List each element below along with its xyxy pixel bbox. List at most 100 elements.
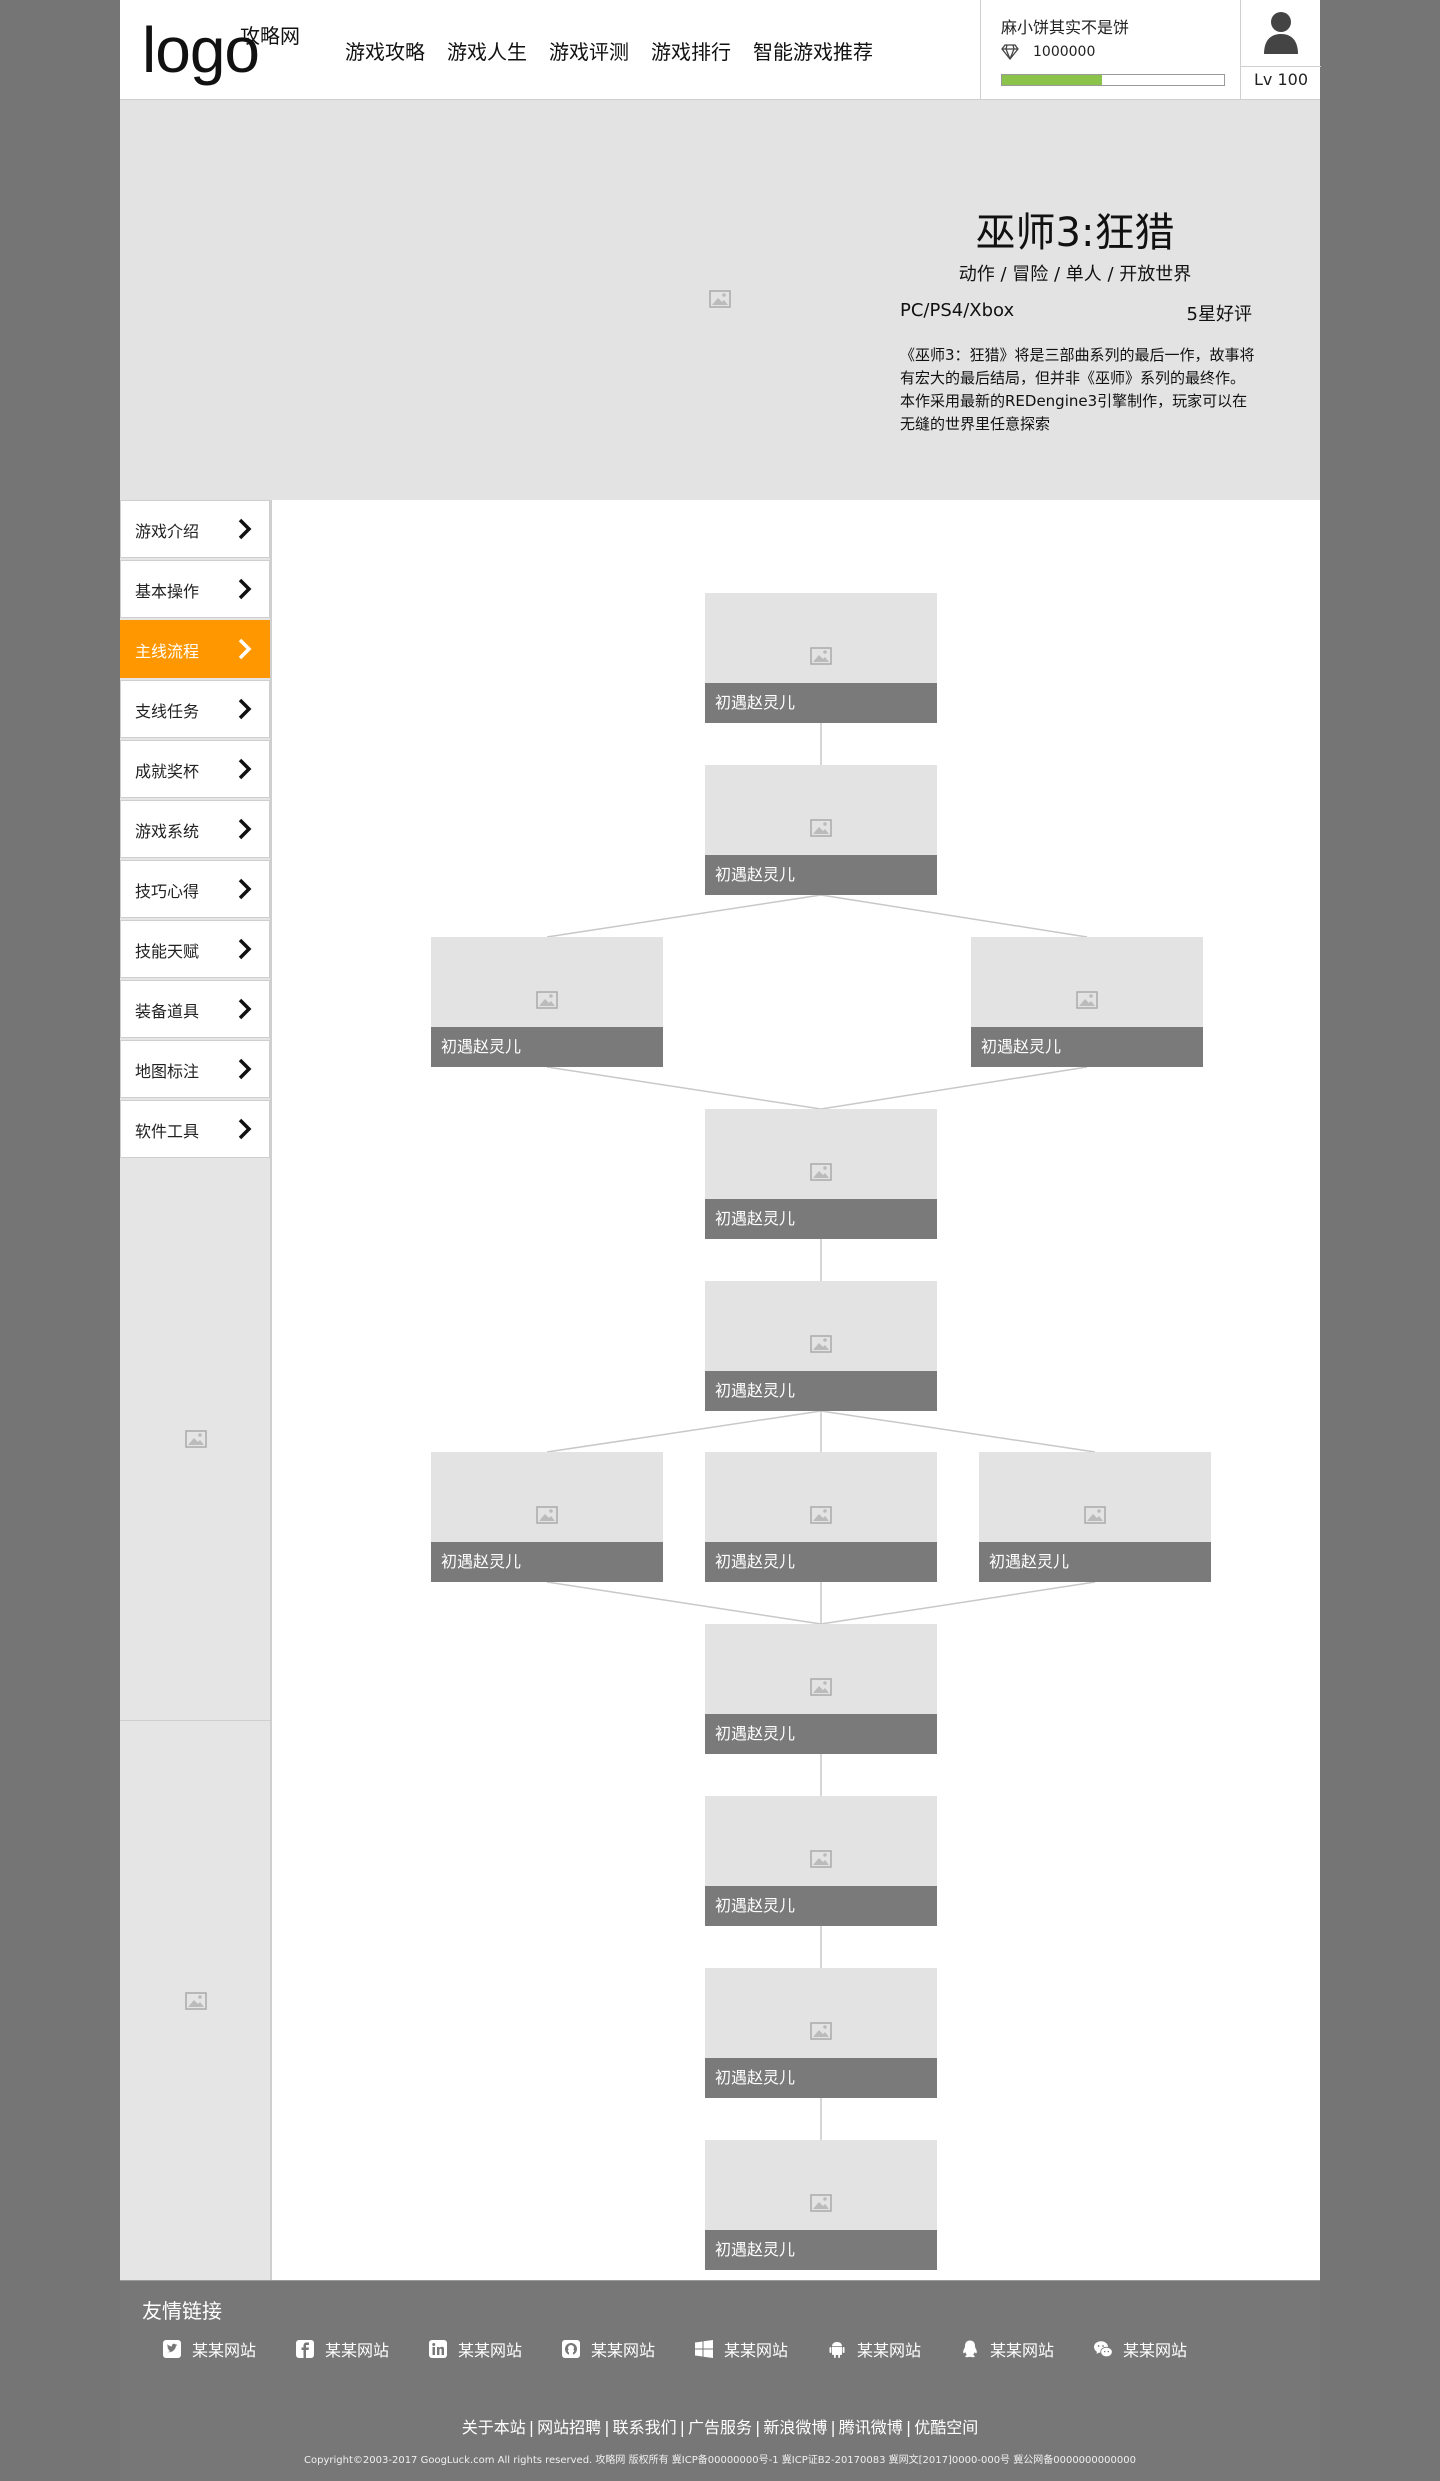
sidebar-item-label: 游戏介绍 [135, 522, 200, 541]
flow-node[interactable]: 初遇赵灵儿 [431, 937, 663, 1067]
friend-link-label: 某某网站 [857, 2341, 922, 2360]
flow-node[interactable]: 初遇赵灵儿 [971, 937, 1203, 1067]
flow-connector [546, 1410, 822, 1453]
flow-node[interactable]: 初遇赵灵儿 [979, 1452, 1211, 1582]
nav-item-life[interactable]: 游戏人生 [447, 36, 527, 65]
chevron-right-icon [238, 578, 252, 600]
friend-link-label: 某某网站 [724, 2341, 789, 2360]
qq-icon [963, 2340, 977, 2358]
image-placeholder-icon [810, 1163, 832, 1181]
game-rating: 5星好评 [1186, 304, 1252, 325]
sidebar-ad-bottom[interactable] [120, 1722, 272, 2280]
twitter-icon [163, 2340, 181, 2358]
flow-node-label: 初遇赵灵儿 [431, 1027, 663, 1067]
sidebar-item-label: 软件工具 [135, 1122, 200, 1141]
sidebar-item-controls[interactable]: 基本操作 [120, 560, 270, 618]
user-level: Lv 100 [1253, 70, 1308, 89]
flow-connector [546, 1581, 822, 1625]
user-panel: 麻小饼其实不是饼 1000000 [980, 0, 1241, 99]
sidebar-item-side-quests[interactable]: 支线任务 [120, 680, 270, 738]
sidebar: 游戏介绍基本操作主线流程支线任务成就奖杯游戏系统技巧心得技能天赋装备道具地图标注… [120, 500, 272, 2280]
chevron-right-icon [238, 758, 252, 780]
sidebar-item-achievements[interactable]: 成就奖杯 [120, 740, 270, 798]
sidebar-ad-top[interactable] [120, 1160, 272, 1721]
flow-connector [820, 1581, 1096, 1625]
nav-item-recommend[interactable]: 智能游戏推荐 [753, 36, 873, 65]
flow-node[interactable]: 初遇赵灵儿 [705, 1968, 937, 2098]
image-placeholder-icon [536, 1506, 558, 1524]
coin-count: 1000000 [1033, 44, 1096, 60]
about-link[interactable]: 优酷空间 [914, 2418, 978, 2437]
friend-link[interactable]: 某某网站 [1093, 2337, 1226, 2361]
game-genres: 动作 / 冒险 / 单人 / 开放世界 [958, 264, 1192, 285]
username[interactable]: 麻小饼其实不是饼 [1001, 14, 1129, 38]
sidebar-item-main-quest[interactable]: 主线流程 [120, 620, 270, 678]
friend-links: 某某网站 某某网站 某某网站 某某网站 某某网站 某某网站 某某网站 某某网站 [162, 2337, 1226, 2361]
about-links: 关于本站 | 网站招聘 | 联系我们 | 广告服务 | 新浪微博 | 腾讯微博 | 优酷空间 [120, 2414, 1320, 2438]
about-link[interactable]: 广告服务 [688, 2418, 752, 2437]
chevron-right-icon [238, 698, 252, 720]
friend-link[interactable]: 某某网站 [561, 2337, 694, 2361]
sidebar-item-equipment[interactable]: 装备道具 [120, 980, 270, 1038]
footer: 友情链接 某某网站 某某网站 某某网站 某某网站 某某网站 某某网站 某某网站 某某网站 关于… [120, 2280, 1320, 2481]
sidebar-item-label: 主线流程 [135, 642, 200, 661]
separator: | [755, 2418, 761, 2437]
nav-item-rankings[interactable]: 游戏排行 [651, 36, 731, 65]
sidebar-item-tips[interactable]: 技巧心得 [120, 860, 270, 918]
flow-node-label: 初遇赵灵儿 [705, 2230, 937, 2270]
sidebar-item-tools[interactable]: 软件工具 [120, 1100, 270, 1158]
about-link[interactable]: 关于本站 [462, 2418, 526, 2437]
friend-link-label: 某某网站 [458, 2341, 523, 2360]
flow-node-label: 初遇赵灵儿 [979, 1542, 1211, 1582]
flow-node[interactable]: 初遇赵灵儿 [705, 2140, 937, 2270]
flow-connector [820, 1410, 1096, 1453]
sidebar-item-label: 装备道具 [135, 1002, 200, 1021]
nav-item-guides[interactable]: 游戏攻略 [345, 36, 425, 65]
flow-node[interactable]: 初遇赵灵儿 [705, 1109, 937, 1239]
flow-node[interactable]: 初遇赵灵儿 [705, 1796, 937, 1926]
friend-link[interactable]: 某某网站 [827, 2337, 960, 2361]
sidebar-item-intro[interactable]: 游戏介绍 [120, 500, 270, 558]
sidebar-item-label: 基本操作 [135, 582, 200, 601]
flow-node[interactable]: 初遇赵灵儿 [705, 1624, 937, 1754]
chevron-right-icon [238, 1118, 252, 1140]
flow-node[interactable]: 初遇赵灵儿 [705, 765, 937, 895]
sidebar-item-systems[interactable]: 游戏系统 [120, 800, 270, 858]
image-placeholder-icon [810, 2022, 832, 2040]
github-icon [562, 2340, 580, 2358]
facebook-icon [296, 2340, 314, 2358]
sidebar-item-skills[interactable]: 技能天赋 [120, 920, 270, 978]
flow-node[interactable]: 初遇赵灵儿 [705, 593, 937, 723]
image-placeholder-icon [810, 2194, 832, 2212]
flow-node[interactable]: 初遇赵灵儿 [705, 1452, 937, 1582]
sidebar-item-map[interactable]: 地图标注 [120, 1040, 270, 1098]
flow-connector [820, 894, 1088, 938]
friend-link[interactable]: 某某网站 [295, 2337, 428, 2361]
flow-node-label: 初遇赵灵儿 [705, 1199, 937, 1239]
about-link[interactable]: 新浪微博 [763, 2418, 827, 2437]
about-link[interactable]: 腾讯微博 [839, 2418, 903, 2437]
flow-node[interactable]: 初遇赵灵儿 [705, 1281, 937, 1411]
avatar-panel[interactable]: Lv 100 [1240, 0, 1321, 99]
game-description: 《巫师3：狂猎》将是三部曲系列的最后一作，故事将有宏大的最后结局，但并非《巫师》… [900, 346, 1255, 433]
nav-item-reviews[interactable]: 游戏评测 [549, 36, 629, 65]
sidebar-item-label: 游戏系统 [135, 822, 200, 841]
flow-node-label: 初遇赵灵儿 [431, 1542, 663, 1582]
about-link[interactable]: 联系我们 [613, 2418, 677, 2437]
game-platform: PC/PS4/Xbox [900, 300, 1015, 321]
friend-link[interactable]: 某某网站 [960, 2337, 1093, 2361]
user-avatar-icon[interactable] [1263, 8, 1299, 56]
flow-node[interactable]: 初遇赵灵儿 [431, 1452, 663, 1582]
friend-link[interactable]: 某某网站 [162, 2337, 295, 2361]
friend-link-label: 某某网站 [325, 2341, 390, 2360]
page: logo 攻略网 游戏攻略 游戏人生 游戏评测 游戏排行 智能游戏推荐 麻小饼其… [120, 0, 1321, 2481]
about-link[interactable]: 网站招聘 [537, 2418, 601, 2437]
image-placeholder-icon [185, 1430, 207, 1448]
android-icon [829, 2342, 845, 2358]
sidebar-item-label: 支线任务 [135, 702, 200, 721]
sidebar-item-label: 技能天赋 [135, 942, 200, 961]
image-placeholder-icon [1076, 991, 1098, 1009]
game-banner: 巫师3:狂猎 动作 / 冒险 / 单人 / 开放世界 PC/PS4/Xbox 5… [120, 100, 1320, 501]
friend-link[interactable]: 某某网站 [428, 2337, 561, 2361]
friend-link[interactable]: 某某网站 [694, 2337, 827, 2361]
